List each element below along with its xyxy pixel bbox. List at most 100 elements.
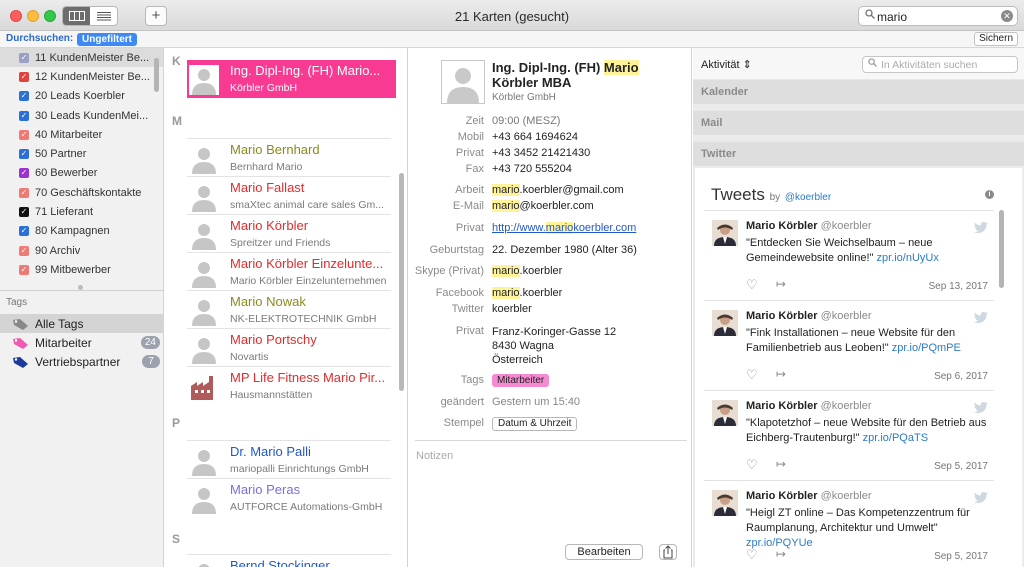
contact-card-company: Spreitzer und Friends bbox=[230, 237, 331, 249]
contact-card[interactable]: Mario Peras AUTFORCE Automations-GmbH bbox=[187, 478, 391, 516]
tweets-scrollbar[interactable] bbox=[999, 210, 1004, 288]
share-icon[interactable]: ↦ bbox=[776, 547, 786, 561]
field-value[interactable]: mario.koerbler bbox=[492, 287, 562, 299]
tweet-link[interactable]: zpr.io/PQaTS bbox=[863, 432, 928, 444]
tweet-author: Mario Körbler @koerbler bbox=[746, 220, 872, 232]
field-value[interactable]: +43 720 555204 bbox=[492, 163, 572, 175]
sidebar-group-item[interactable]: ✓ 90 Archiv bbox=[0, 241, 163, 260]
stamp-button[interactable]: Datum & Uhrzeit bbox=[492, 417, 578, 431]
search-input[interactable]: mario bbox=[877, 10, 907, 24]
search-field[interactable]: mario ✕ bbox=[858, 6, 1018, 26]
search-icon bbox=[865, 9, 875, 22]
tag-pill[interactable]: Mitarbeiter bbox=[492, 374, 550, 387]
section-twitter[interactable]: Twitter bbox=[693, 141, 1024, 166]
clear-search-icon[interactable]: ✕ bbox=[1001, 10, 1013, 22]
tweet-author: Mario Körbler @koerbler bbox=[746, 490, 872, 502]
share-button[interactable] bbox=[659, 544, 677, 560]
search-highlight: mario bbox=[492, 184, 520, 196]
checkbox[interactable]: ✓ bbox=[19, 149, 29, 160]
sidebar-group-item[interactable]: ✓ 60 Bewerber bbox=[0, 164, 163, 183]
sidebar-scrollbar[interactable] bbox=[154, 58, 159, 92]
like-icon[interactable]: ♡ bbox=[746, 277, 758, 293]
field-value[interactable]: mario.koerbler bbox=[492, 265, 562, 277]
detail-row: Arbeit mario.koerbler@gmail.com bbox=[409, 184, 692, 200]
contact-card[interactable]: Mario Körbler Spreitzer und Friends bbox=[187, 214, 391, 252]
share-icon[interactable]: ↦ bbox=[776, 457, 786, 471]
field-value[interactable]: Datum & Uhrzeit bbox=[492, 417, 578, 431]
contact-card[interactable]: Ing. Dipl-Ing. (FH) Mario... Körbler GmbH bbox=[187, 60, 396, 98]
sidebar-group-item[interactable]: ✓ 71 Lieferant bbox=[0, 202, 163, 221]
field-value[interactable]: 22. Dezember 1980 (Alter 36) bbox=[492, 244, 637, 256]
field-value[interactable]: +43 3452 21421430 bbox=[492, 147, 590, 159]
sidebar-tag-item[interactable]: Alle Tags bbox=[0, 314, 164, 333]
twitter-bird-icon bbox=[974, 222, 988, 233]
tweet-link[interactable]: zpr.io/PQmPE bbox=[892, 342, 961, 354]
filter-pill[interactable]: Ungefiltert bbox=[77, 33, 137, 46]
contact-card[interactable]: Bernd Stockinger bbox=[187, 554, 391, 567]
checkbox[interactable]: ✓ bbox=[19, 52, 29, 63]
save-search-button[interactable]: Sichern bbox=[974, 32, 1018, 46]
field-value[interactable]: mario.koerbler@gmail.com bbox=[492, 184, 624, 196]
checkbox[interactable]: ✓ bbox=[19, 91, 29, 102]
tweets-title: Tweets by @koerbler bbox=[711, 185, 832, 204]
contact-card[interactable]: Mario Nowak NK-ELEKTROTECHNIK GmbH bbox=[187, 290, 391, 328]
checkbox[interactable]: ✓ bbox=[19, 168, 29, 179]
sidebar-group-label: 11 KundenMeister Be... bbox=[35, 51, 150, 64]
contact-card-company: NK-ELEKTROTECHNIK GmbH bbox=[230, 313, 377, 325]
like-icon[interactable]: ♡ bbox=[746, 367, 758, 383]
field-value[interactable]: http://www.mariokoerbler.com bbox=[492, 222, 636, 234]
field-value[interactable]: Mitarbeiter bbox=[492, 374, 550, 387]
edit-button[interactable]: Bearbeiten bbox=[565, 544, 643, 560]
contact-card[interactable]: MP Life Fitness Mario Pir... Hausmannstät… bbox=[187, 366, 391, 404]
sidebar-group-item[interactable]: ✓ 40 Mitarbeiter bbox=[0, 125, 163, 144]
field-value[interactable]: mario@koerbler.com bbox=[492, 200, 594, 212]
tweet-handle: @koerbler bbox=[820, 220, 872, 232]
sidebar-group-item[interactable]: ✓ 30 Leads KundenMei... bbox=[0, 106, 163, 125]
field-value[interactable]: Franz-Koringer-Gasse 12 8430 Wagna Österre… bbox=[492, 325, 616, 367]
tweet-link[interactable]: zpr.io/nUyUx bbox=[876, 252, 938, 264]
field-value[interactable]: +43 664 1694624 bbox=[492, 131, 578, 143]
tag-icon bbox=[12, 337, 29, 349]
website-link[interactable]: http://www.mariokoerbler.com bbox=[492, 222, 636, 234]
sidebar-group-item[interactable]: ✓ 70 Geschäftskontakte bbox=[0, 183, 163, 202]
sidebar-group-item[interactable]: ✓ 12 KundenMeister Be... bbox=[0, 67, 163, 86]
activity-search-field[interactable]: In Aktivitäten suchen bbox=[862, 56, 1018, 73]
twitter-bird-icon bbox=[974, 402, 988, 413]
contact-card[interactable]: Mario Fallast smaXtec animal care sales G… bbox=[187, 176, 391, 214]
avatar bbox=[712, 220, 738, 246]
info-icon[interactable]: i bbox=[985, 190, 994, 199]
checkbox[interactable]: ✓ bbox=[19, 245, 29, 256]
sidebar-group-item[interactable]: ✓ 99 Mitbewerber bbox=[0, 260, 163, 279]
checkbox[interactable]: ✓ bbox=[19, 110, 29, 121]
notes-field[interactable]: Notizen bbox=[416, 450, 453, 462]
sidebar-group-item[interactable]: ✓ 20 Leads Koerbler bbox=[0, 87, 163, 106]
activity-selector[interactable]: Aktivität ⇕ bbox=[701, 58, 752, 71]
checkbox[interactable]: ✓ bbox=[19, 226, 29, 237]
like-icon[interactable]: ♡ bbox=[746, 547, 758, 563]
field-value[interactable]: Gestern um 15:40 bbox=[492, 396, 580, 408]
contact-card[interactable]: Mario Portschy Novartis bbox=[187, 328, 391, 366]
contact-photo[interactable] bbox=[441, 60, 485, 104]
contact-card[interactable]: Dr. Mario Palli mariopalli Einrichtungs G… bbox=[187, 440, 391, 478]
checkbox[interactable]: ✓ bbox=[19, 187, 29, 198]
sidebar-group-item[interactable]: ✓ 80 Kampagnen bbox=[0, 222, 163, 241]
section-calendar[interactable]: Kalender bbox=[693, 79, 1024, 104]
field-label: Skype (Privat) bbox=[414, 265, 484, 277]
sidebar-tag-item[interactable]: Mitarbeiter 24 bbox=[0, 333, 164, 352]
checkbox[interactable]: ✓ bbox=[19, 264, 29, 275]
sidebar-group-item[interactable]: ✓ 50 Partner bbox=[0, 144, 163, 163]
contact-card[interactable]: Mario Bernhard Bernhard Mario bbox=[187, 138, 391, 176]
contact-card[interactable]: Mario Körbler Einzelunte... Mario Körbler… bbox=[187, 252, 391, 290]
list-scrollbar[interactable] bbox=[399, 173, 404, 391]
checkbox[interactable]: ✓ bbox=[19, 207, 29, 218]
share-icon[interactable]: ↦ bbox=[776, 367, 786, 381]
field-value[interactable]: koerbler bbox=[492, 303, 532, 315]
checkbox[interactable]: ✓ bbox=[19, 71, 29, 82]
field-value[interactable]: 09:00 (MESZ) bbox=[492, 115, 560, 127]
section-mail[interactable]: Mail bbox=[693, 110, 1024, 135]
sidebar-group-item[interactable]: ✓ 11 KundenMeister Be... bbox=[0, 48, 163, 68]
sidebar-tag-item[interactable]: Vertriebspartner 7 bbox=[0, 352, 164, 371]
checkbox[interactable]: ✓ bbox=[19, 129, 29, 140]
like-icon[interactable]: ♡ bbox=[746, 457, 758, 473]
share-icon[interactable]: ↦ bbox=[776, 277, 786, 291]
